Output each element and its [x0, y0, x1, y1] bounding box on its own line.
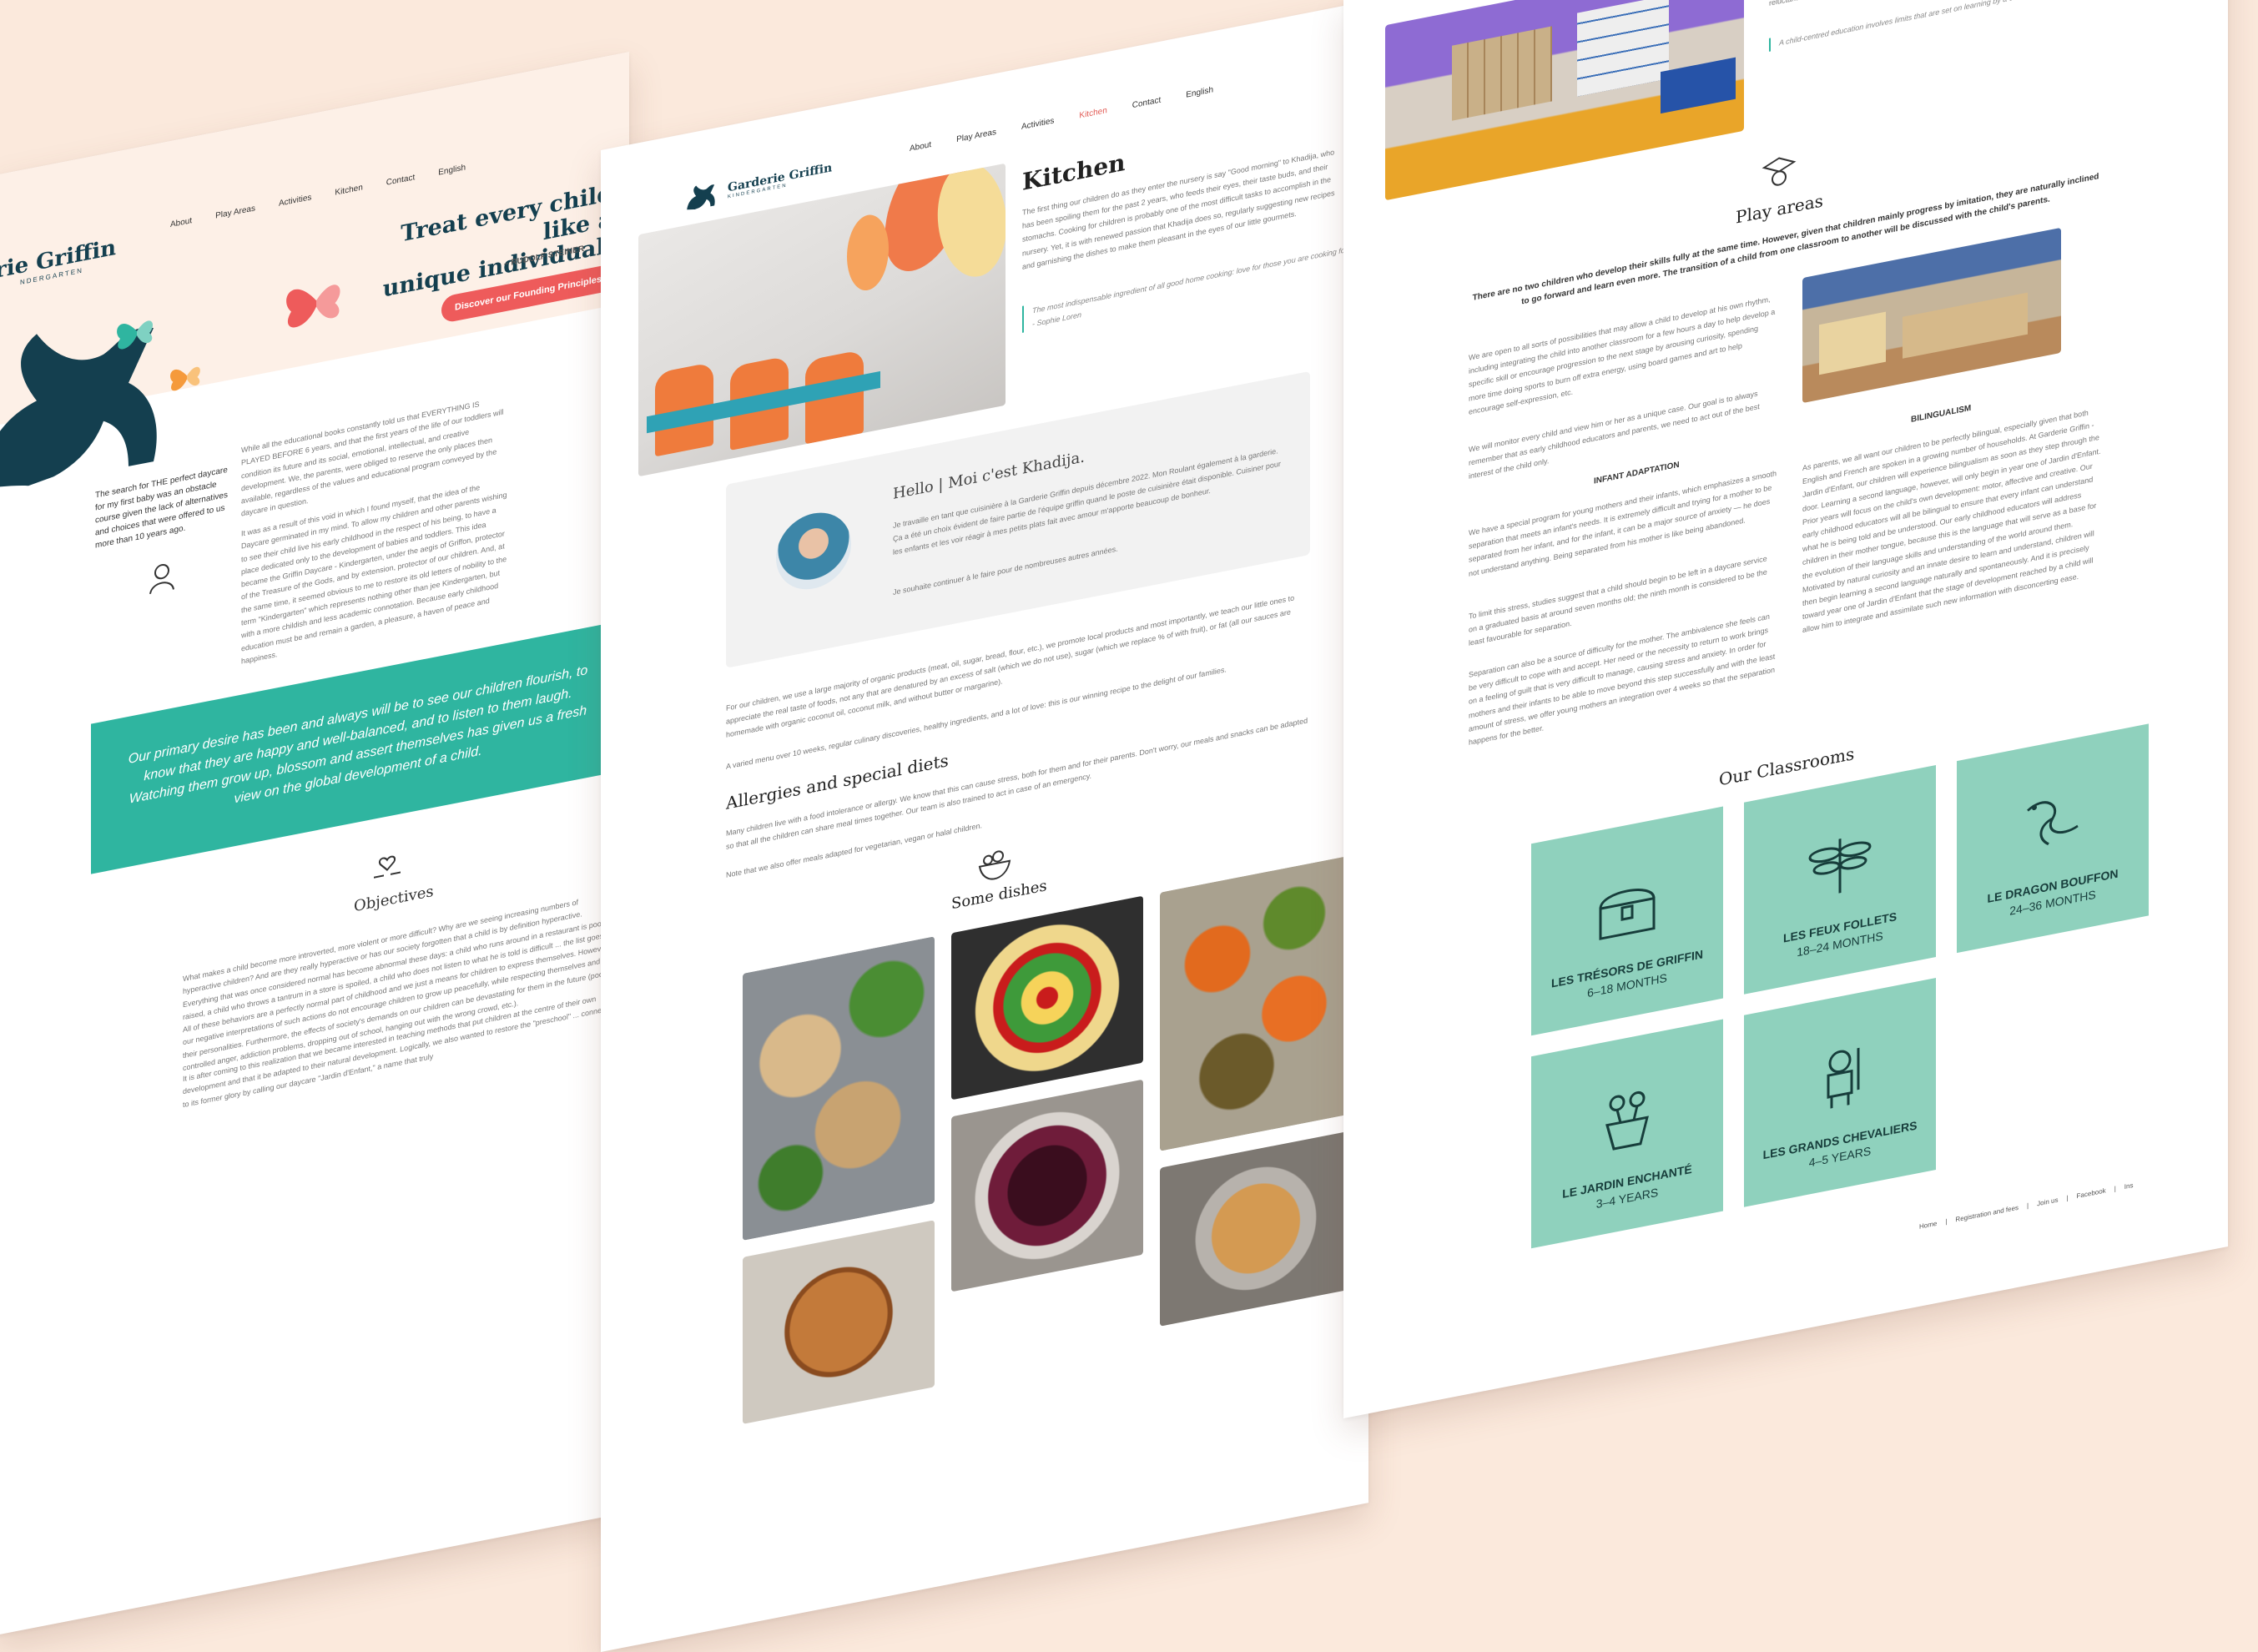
dragonfly-icon: [1808, 839, 1872, 894]
nav-activities[interactable]: Activities: [279, 193, 311, 209]
dish-photo-fruit-skewers: [951, 895, 1143, 1100]
footer-link-home[interactable]: Home: [1919, 1220, 1937, 1231]
classroom-tile-grands-chevaliers[interactable]: LES GRANDS CHEVALIERS 4–5 YEARS: [1744, 977, 1936, 1207]
hero-section: rie Griffin NDERGARTEN About Play Areas …: [0, 52, 629, 488]
classroom-tile-feux-follets[interactable]: LES FEUX FOLLETS 18–24 MONTHS: [1744, 764, 1936, 995]
footer-link-facebook[interactable]: Facebook: [2077, 1186, 2106, 1200]
flower-pot-icon: [1605, 1090, 1649, 1151]
nav-about[interactable]: About: [910, 140, 931, 154]
dragon-icon: [2027, 801, 2079, 846]
top-quote-text: A child-centred education involves limit…: [1779, 0, 2178, 48]
dish-photo-berries: [951, 1079, 1143, 1292]
dishes-title: Some dishes: [951, 877, 1047, 914]
classrooms-title: Our Classrooms: [1719, 743, 1855, 790]
hands-heart-icon: [374, 855, 401, 879]
classroom-photo: [1385, 0, 1744, 201]
infant-adaptation-title: INFANT ADAPTATION: [1594, 460, 1680, 486]
bilingualism-paragraph: As parents, we all want our children to …: [1802, 408, 2101, 635]
nav-about[interactable]: About: [170, 216, 192, 229]
footer-links: Home | Registration and fees | Join us | Fa…: [1919, 1181, 2134, 1231]
salad-bowl-icon: [978, 850, 1011, 880]
classroom-tile-dragon-bouffon[interactable]: LE DRAGON BOUFFON 24–36 MONTHS: [1957, 723, 2149, 954]
objectives-title: Objectives: [354, 882, 434, 916]
nav-activities[interactable]: Activities: [1021, 116, 1054, 132]
cook-avatar: [776, 506, 851, 597]
nav-contact[interactable]: Contact: [386, 173, 415, 188]
footer-link-registration[interactable]: Registration and fees: [1955, 1204, 2019, 1224]
nav-play-areas[interactable]: Play Areas: [956, 128, 996, 144]
mission-banner: Our primary desire has been and always w…: [91, 620, 625, 874]
nav-kitchen[interactable]: Kitchen: [335, 183, 362, 197]
knight-icon: [1827, 1047, 1860, 1109]
bilingualism-title: BILINGUALISM: [1911, 403, 1972, 425]
dish-photo-pie: [743, 1220, 935, 1424]
classroom-tile-jardin-enchante[interactable]: LE JARDIN ENCHANTÉ 3–4 YEARS: [1531, 1019, 1723, 1249]
dish-photo-vegetables: [1160, 855, 1352, 1151]
treasure-chest-icon: [1599, 889, 1656, 940]
kitchen-page-sheet: Garderie Griffin KINDERGARTEN About Play…: [601, 1, 1368, 1652]
nav-play-areas[interactable]: Play Areas: [215, 204, 255, 220]
top-quote: A child-centred education involves limit…: [1769, 0, 2196, 53]
play-room-photo: [1802, 227, 2061, 404]
main-nav: About Play Areas Activities Kitchen Cont…: [910, 85, 1213, 154]
footer-link-join-us[interactable]: Join us: [2037, 1196, 2058, 1208]
mother-child-icon: [149, 563, 174, 594]
cook-bio: Je travaille en tant que cuisinière à la…: [893, 446, 1281, 557]
dish-photo-dumplings: [1160, 1131, 1352, 1327]
butterfly-icon: [117, 320, 153, 350]
butterfly-icon: [170, 366, 200, 391]
play-areas-title: Play areas: [1736, 190, 1823, 228]
footer-link-instagram[interactable]: Ins: [2124, 1181, 2134, 1191]
graduate-icon: [1762, 157, 1797, 186]
mission-banner-text: Our primary desire has been and always w…: [128, 662, 588, 807]
butterfly-icon: [286, 285, 340, 328]
nav-language[interactable]: English: [438, 163, 466, 177]
nav-contact[interactable]: Contact: [1132, 96, 1161, 111]
nav-kitchen[interactable]: Kitchen: [1079, 106, 1106, 120]
griffin-logo-icon: [687, 184, 715, 210]
classroom-tile-tresors[interactable]: LES TRÉSORS DE GRIFFIN 6–18 MONTHS: [1531, 806, 1723, 1036]
nav-language[interactable]: English: [1186, 85, 1213, 99]
brand-logo[interactable]: rie Griffin NDERGARTEN: [0, 235, 116, 291]
play-areas-page-sheet: Children are not all the same. Every chi…: [1343, 0, 2228, 1418]
dish-photo-fish: [743, 936, 935, 1241]
homepage-sheet: rie Griffin NDERGARTEN About Play Areas …: [0, 52, 629, 1635]
